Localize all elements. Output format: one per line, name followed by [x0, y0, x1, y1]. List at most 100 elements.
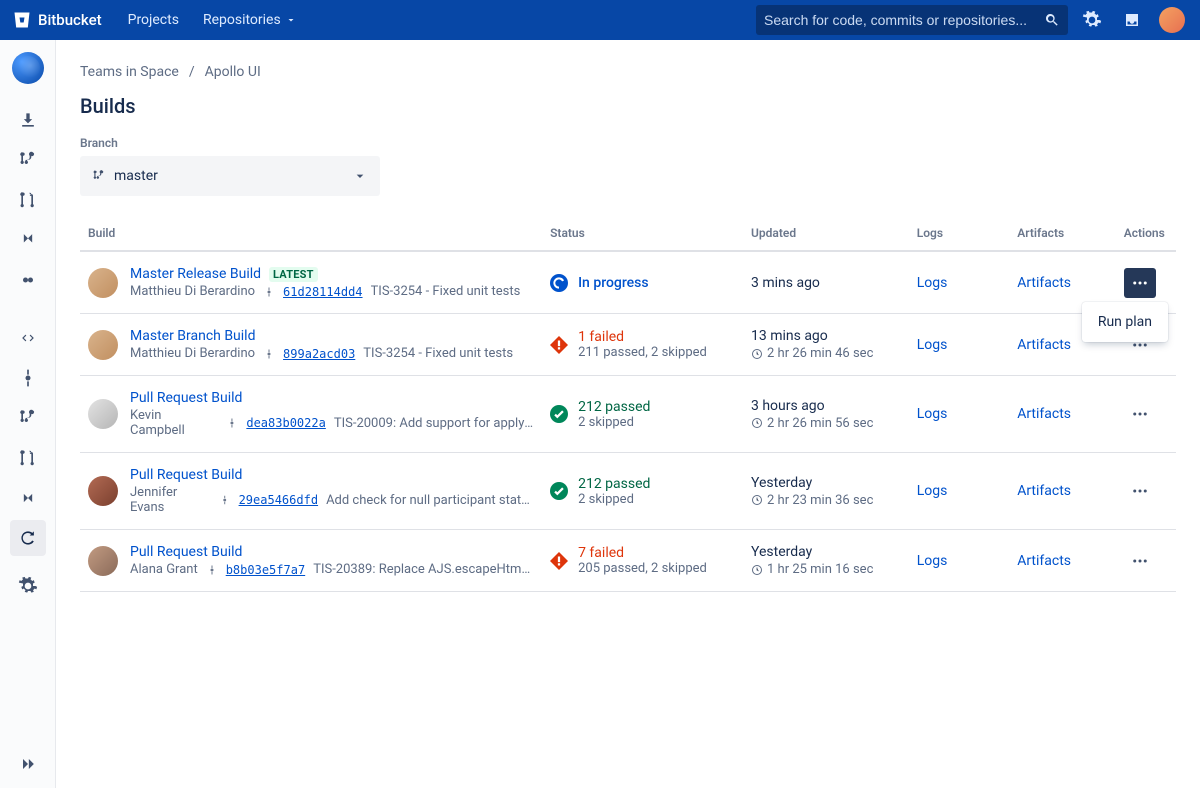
chevron-down-icon	[285, 14, 297, 26]
status-icon	[550, 482, 568, 500]
artifacts-link[interactable]: Artifacts	[1017, 406, 1071, 422]
rail-pull-requests2[interactable]	[10, 440, 46, 476]
logs-link[interactable]: Logs	[917, 337, 948, 353]
rail-pipelines[interactable]	[10, 262, 46, 298]
commit-icon	[226, 417, 238, 429]
compare-icon	[18, 488, 38, 508]
status-icon	[550, 274, 568, 292]
commit-hash-link[interactable]: dea83b0022a	[246, 416, 325, 430]
profile-button[interactable]	[1156, 4, 1188, 36]
branch-label: Branch	[80, 136, 1176, 150]
notifications-button[interactable]	[1116, 4, 1148, 36]
build-title-link[interactable]: Pull Request Build	[130, 467, 242, 483]
row-actions-button[interactable]	[1124, 268, 1156, 298]
rail-commits[interactable]	[10, 360, 46, 396]
build-author: Jennifer Evans	[130, 485, 211, 515]
app-logo[interactable]: Bitbucket	[12, 10, 102, 30]
project-icon[interactable]	[12, 52, 44, 84]
row-actions-button[interactable]	[1124, 546, 1156, 576]
row-actions-button[interactable]	[1124, 476, 1156, 506]
more-icon	[1131, 482, 1149, 500]
nav-repositories[interactable]: Repositories	[193, 0, 307, 40]
rail-forks[interactable]	[10, 222, 46, 258]
row-actions-button[interactable]	[1124, 399, 1156, 429]
commit-hash-link[interactable]: b8b03e5f7a7	[226, 563, 305, 577]
bitbucket-icon	[12, 10, 32, 30]
status-main: 7 failed	[578, 545, 707, 561]
status-icon	[550, 405, 568, 423]
updated-time: 13 mins ago	[751, 328, 901, 344]
build-title-link[interactable]: Master Release Build	[130, 266, 261, 282]
rail-branches2[interactable]	[10, 400, 46, 436]
avatar	[88, 268, 118, 298]
branch-icon	[18, 150, 38, 170]
artifacts-link[interactable]: Artifacts	[1017, 337, 1071, 353]
nav-projects[interactable]: Projects	[118, 0, 189, 40]
rail-repo-settings[interactable]	[10, 568, 46, 604]
commit-dot-icon	[18, 368, 38, 388]
status-main: 212 passed	[578, 476, 650, 492]
status-main: In progress	[578, 275, 649, 291]
status-main: 1 failed	[578, 329, 707, 345]
pull-request-icon	[18, 448, 38, 468]
status-sub: 2 skipped	[578, 415, 650, 430]
rail-compare[interactable]	[10, 480, 46, 516]
page-title: Builds	[80, 94, 1176, 118]
rail-builds[interactable]	[10, 520, 46, 556]
avatar	[88, 399, 118, 429]
build-duration: 2 hr 26 min 46 sec	[751, 346, 901, 361]
table-row: Master Branch Build Matthieu Di Berardin…	[80, 314, 1176, 376]
commit-message: TIS-20389: Replace AJS.escapeHtml…	[313, 562, 533, 577]
branch-selector[interactable]: master	[80, 156, 380, 196]
avatar-me	[1159, 7, 1185, 33]
commit-icon	[263, 348, 275, 360]
crumb-project[interactable]: Teams in Space	[80, 64, 179, 80]
rail-branches[interactable]	[10, 142, 46, 178]
commit-message: TIS-3254 - Fixed unit tests	[363, 346, 513, 361]
gear-icon	[18, 576, 38, 596]
artifacts-link[interactable]: Artifacts	[1017, 553, 1071, 569]
logs-link[interactable]: Logs	[917, 406, 948, 422]
artifacts-link[interactable]: Artifacts	[1017, 275, 1071, 291]
commit-hash-link[interactable]: 29ea5466dfd	[239, 493, 318, 507]
logs-link[interactable]: Logs	[917, 483, 948, 499]
commit-hash-link[interactable]: 899a2acd03	[283, 347, 355, 361]
branch-selected: master	[114, 168, 158, 184]
fork-icon	[18, 230, 38, 250]
updated-time: Yesterday	[751, 475, 901, 491]
search-input[interactable]	[764, 12, 1044, 28]
crumb-repo[interactable]: Apollo UI	[205, 64, 261, 80]
branch-icon	[18, 408, 38, 428]
rail-source[interactable]	[10, 320, 46, 356]
clock-icon	[751, 494, 763, 506]
latest-badge: LATEST	[269, 267, 318, 282]
avatar	[88, 546, 118, 576]
logs-link[interactable]: Logs	[917, 553, 948, 569]
rail-pull-requests[interactable]	[10, 182, 46, 218]
avatar	[88, 476, 118, 506]
commit-message: Add check for null participant status…	[326, 493, 534, 508]
left-rail	[0, 40, 56, 788]
rail-expand[interactable]	[10, 746, 46, 782]
artifacts-link[interactable]: Artifacts	[1017, 483, 1071, 499]
action-run-plan[interactable]: Run plan	[1082, 308, 1168, 336]
commit-hash-link[interactable]: 61d28114dd4	[283, 285, 362, 299]
download-icon	[18, 110, 38, 130]
branch-icon	[92, 169, 106, 183]
status-icon	[550, 336, 568, 354]
build-author: Matthieu Di Berardino	[130, 346, 255, 361]
build-title-link[interactable]: Master Branch Build	[130, 328, 255, 344]
crumb-sep: /	[189, 64, 195, 80]
rail-clone[interactable]	[10, 102, 46, 138]
commit-message: TIS-3254 - Fixed unit tests	[371, 284, 521, 299]
build-title-link[interactable]: Pull Request Build	[130, 544, 242, 560]
more-icon	[1131, 405, 1149, 423]
global-search[interactable]	[756, 5, 1068, 35]
builds-table: Build Status Updated Logs Artifacts Acti…	[80, 218, 1176, 592]
breadcrumb: Teams in Space / Apollo UI	[80, 64, 1176, 80]
settings-button[interactable]	[1076, 4, 1108, 36]
status-sub: 211 passed, 2 skipped	[578, 345, 707, 360]
build-title-link[interactable]: Pull Request Build	[130, 390, 242, 406]
logs-link[interactable]: Logs	[917, 275, 948, 291]
commit-icon	[206, 564, 218, 576]
